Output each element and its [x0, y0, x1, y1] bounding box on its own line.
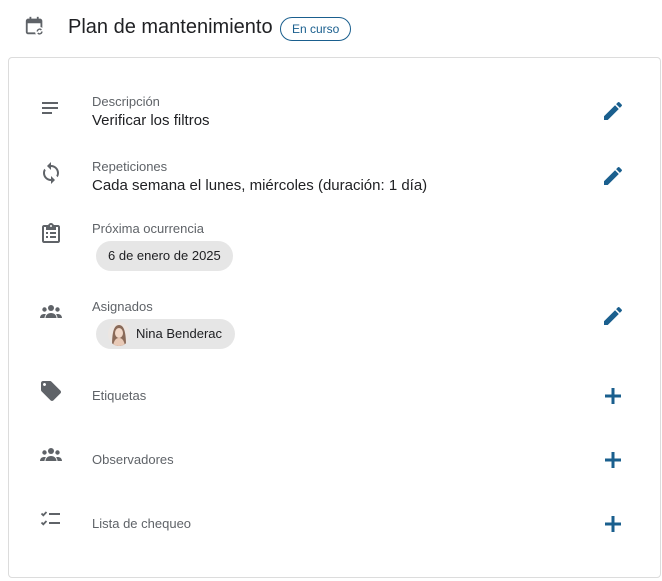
add-checklist-button[interactable] — [601, 512, 625, 536]
tag-icon — [39, 379, 63, 403]
tags-section: Etiquetas — [9, 376, 660, 416]
notes-icon — [39, 96, 63, 120]
clipboard-icon — [39, 222, 63, 246]
edit-repetitions-button[interactable] — [601, 164, 625, 188]
description-value: Verificar los filtros — [92, 112, 210, 129]
group-icon — [39, 443, 63, 467]
next-occurrence-label: Próxima ocurrencia — [92, 221, 204, 236]
checklist-label: Lista de chequeo — [92, 516, 192, 531]
next-occurrence-section: Próxima ocurrencia 6 de enero de 2025 — [9, 219, 660, 275]
edit-description-button[interactable] — [601, 99, 625, 123]
group-icon — [39, 300, 63, 324]
repetitions-label: Repeticiones — [92, 159, 168, 174]
status-badge: En curso — [280, 17, 352, 41]
plus-icon — [605, 388, 621, 404]
repetitions-section: Repeticiones Cada semana el lunes, miérc… — [9, 157, 660, 207]
checklist-section: Lista de chequeo — [9, 504, 660, 544]
checklist-icon — [39, 507, 63, 531]
assignee-chip[interactable]: Nina Benderac — [96, 319, 235, 349]
page-header: Plan de mantenimiento En curso — [0, 0, 662, 56]
avatar — [108, 322, 130, 346]
observers-label: Observadores — [92, 452, 174, 467]
assignee-name: Nina Benderac — [136, 326, 222, 341]
details-card: Descripción Verificar los filtros Repeti… — [8, 57, 661, 578]
edit-assigned-button[interactable] — [601, 304, 625, 328]
description-label: Descripción — [92, 94, 160, 109]
repetitions-value: Cada semana el lunes, miércoles (duració… — [92, 177, 428, 194]
assigned-section: Asignados Nina Benderac — [9, 297, 660, 353]
repeat-icon — [39, 161, 63, 185]
pencil-icon — [604, 166, 622, 185]
assigned-label: Asignados — [92, 299, 153, 314]
add-observer-button[interactable] — [601, 448, 625, 472]
observers-section: Observadores — [9, 440, 660, 480]
calendar-sync-icon — [24, 15, 46, 37]
pencil-icon — [604, 101, 622, 120]
page-title: Plan de mantenimiento — [68, 16, 273, 38]
next-occurrence-chip: 6 de enero de 2025 — [96, 241, 233, 271]
add-tag-button[interactable] — [601, 384, 625, 408]
pencil-icon — [604, 306, 622, 325]
plus-icon — [605, 452, 621, 468]
tags-label: Etiquetas — [92, 388, 147, 403]
plus-icon — [605, 516, 621, 532]
description-section: Descripción Verificar los filtros — [9, 92, 660, 142]
